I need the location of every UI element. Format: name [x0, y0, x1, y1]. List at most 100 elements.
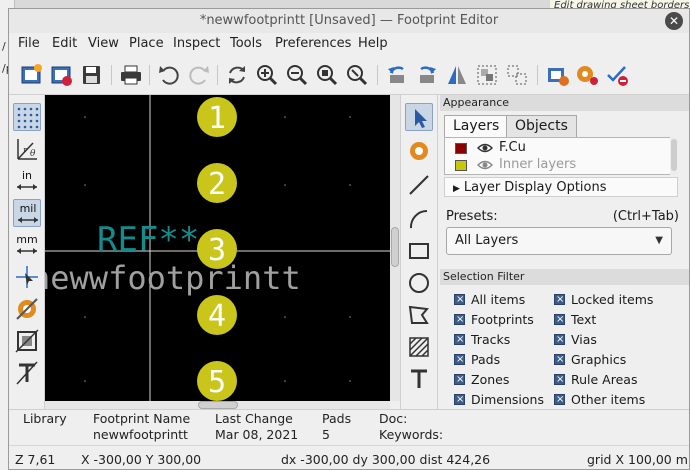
- presets-dropdown[interactable]: All Layers ▼: [446, 227, 672, 255]
- filter-dimensions[interactable]: Dimensions: [454, 391, 544, 409]
- tab-layers[interactable]: Layers: [444, 115, 509, 137]
- zoom-fit-icon[interactable]: [313, 61, 341, 89]
- filter-other-items[interactable]: Other items: [554, 391, 645, 409]
- pad-outline-icon[interactable]: [13, 327, 41, 355]
- undo-icon[interactable]: [155, 61, 183, 89]
- canvas-horizontal-scrollbar[interactable]: [45, 401, 390, 409]
- eye-icon[interactable]: [477, 141, 493, 155]
- filter-rule-areas[interactable]: Rule Areas: [554, 371, 637, 389]
- filter-vias[interactable]: Vias: [554, 331, 597, 349]
- checkbox[interactable]: [554, 391, 565, 409]
- select-icon[interactable]: [405, 103, 433, 131]
- menu-preferences[interactable]: Preferences: [275, 36, 351, 51]
- full-crosshair-icon[interactable]: [13, 263, 41, 291]
- pad-icon[interactable]: [405, 137, 433, 165]
- arc-icon[interactable]: [405, 205, 433, 233]
- checkbox[interactable]: [454, 331, 465, 349]
- filter-label: Rule Areas: [571, 372, 638, 387]
- layer-name: Inner layers: [499, 157, 577, 172]
- save-icon[interactable]: [77, 61, 105, 89]
- footprint-canvas[interactable]: 12345 REF** newwfootprintt: [45, 95, 390, 401]
- zoom-in-icon[interactable]: [253, 61, 281, 89]
- print-icon[interactable]: [117, 61, 145, 89]
- canvas-vertical-scrollbar[interactable]: [390, 95, 400, 401]
- checkbox[interactable]: [554, 351, 565, 369]
- filter-locked-items[interactable]: Locked items: [554, 291, 653, 309]
- menu-file[interactable]: File: [18, 36, 40, 51]
- pads-count: 5: [322, 427, 330, 442]
- menu-edit[interactable]: Edit: [52, 36, 77, 51]
- checkbox[interactable]: [454, 371, 465, 389]
- polygon-icon[interactable]: [405, 301, 433, 329]
- checkbox[interactable]: [554, 291, 565, 309]
- polar-coords-icon[interactable]: rθ: [13, 135, 41, 163]
- eye-icon[interactable]: [477, 158, 493, 172]
- right-toolbar: [400, 95, 438, 409]
- rotate-ccw-icon[interactable]: [383, 61, 411, 89]
- zoom-out-icon[interactable]: [283, 61, 311, 89]
- checkbox[interactable]: [554, 371, 565, 389]
- footprint-properties-icon[interactable]: [543, 61, 571, 89]
- vscroll-thumb[interactable]: [391, 227, 399, 267]
- zoom-area-icon[interactable]: [343, 61, 371, 89]
- inches-icon[interactable]: in: [13, 167, 41, 195]
- footprint-name-label: Footprint Name: [93, 411, 191, 426]
- rotate-cw-icon[interactable]: [413, 61, 441, 89]
- ref-text[interactable]: REF**: [97, 220, 199, 260]
- high-contrast-icon[interactable]: [13, 295, 41, 323]
- layer-color-swatch[interactable]: [455, 143, 467, 154]
- pad-settings-icon[interactable]: [573, 61, 601, 89]
- hscroll-thumb[interactable]: [198, 401, 238, 409]
- grid-icon[interactable]: [13, 103, 41, 131]
- checkbox[interactable]: [554, 311, 565, 329]
- checkbox[interactable]: [454, 311, 465, 329]
- filter-zones[interactable]: Zones: [454, 371, 509, 389]
- layer-color-swatch[interactable]: [455, 160, 467, 171]
- new-footprint-icon[interactable]: [17, 61, 45, 89]
- text-icon[interactable]: [405, 365, 433, 393]
- check-footprint-icon[interactable]: [603, 61, 631, 89]
- filter-label: Other items: [571, 392, 646, 407]
- value-text[interactable]: newwfootprintt: [45, 259, 301, 297]
- layer-display-options-toggle[interactable]: ▶ Layer Display Options: [444, 177, 678, 197]
- layer-list-scrollbar[interactable]: [670, 137, 678, 175]
- redo-icon[interactable]: [185, 61, 213, 89]
- filter-footprints[interactable]: Footprints: [454, 311, 534, 329]
- appearance-panel: Appearance Layers Objects F.Cu Inner lay…: [438, 95, 689, 409]
- pad-number: 4: [208, 299, 226, 334]
- checkbox[interactable]: [454, 351, 465, 369]
- mirror-icon[interactable]: [443, 61, 471, 89]
- line-icon[interactable]: [405, 171, 433, 199]
- rectangle-icon[interactable]: [405, 237, 433, 265]
- text-outline-icon[interactable]: [13, 359, 41, 387]
- group-icon[interactable]: [473, 61, 501, 89]
- filter-graphics[interactable]: Graphics: [554, 351, 626, 369]
- circle-icon[interactable]: [405, 269, 433, 297]
- checkbox[interactable]: [454, 391, 465, 409]
- filter-pads[interactable]: Pads: [454, 351, 500, 369]
- cursor-position: X -300,00 Y 300,00: [81, 452, 202, 467]
- ungroup-icon[interactable]: [503, 61, 531, 89]
- background-text-fragment: /: [2, 40, 6, 53]
- checkbox[interactable]: [554, 331, 565, 349]
- millimeters-icon[interactable]: mm: [13, 231, 41, 259]
- menu-inspect[interactable]: Inspect: [173, 36, 220, 51]
- filter-text[interactable]: Text: [554, 311, 596, 329]
- hatch-icon[interactable]: [405, 333, 433, 361]
- mils-icon[interactable]: mil: [13, 199, 41, 227]
- window-close-button[interactable]: ✕: [665, 12, 683, 30]
- checkbox[interactable]: [454, 291, 465, 309]
- pad-number: 5: [208, 365, 226, 400]
- filter-tracks[interactable]: Tracks: [454, 331, 510, 349]
- canvas-drawing: 12345 REF** newwfootprintt: [45, 95, 390, 401]
- menu-tools[interactable]: Tools: [230, 36, 262, 51]
- menu-place[interactable]: Place: [129, 36, 164, 51]
- menu-view[interactable]: View: [88, 36, 119, 51]
- filter-all-items[interactable]: All items: [454, 291, 525, 309]
- layer-list-scroll-thumb[interactable]: [671, 139, 677, 171]
- filter-label: Tracks: [471, 332, 511, 347]
- tab-objects[interactable]: Objects: [506, 115, 577, 137]
- save-library-icon[interactable]: [47, 61, 75, 89]
- menu-help[interactable]: Help: [358, 36, 388, 51]
- refresh-icon[interactable]: [223, 61, 251, 89]
